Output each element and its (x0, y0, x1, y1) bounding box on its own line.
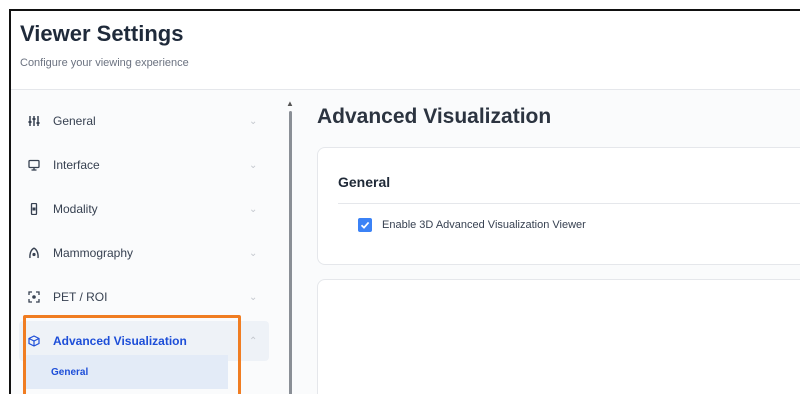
sidebar-subitem-general[interactable]: General (23, 355, 228, 389)
section-title: Advanced Visualization (317, 105, 552, 128)
chevron-down-icon: ⌄ (249, 204, 258, 215)
sidebar-item-pet-roi[interactable]: PET / ROI ⌄ (19, 277, 269, 317)
sidebar-item-interface[interactable]: Interface ⌄ (19, 145, 269, 185)
sliders-icon (27, 114, 41, 128)
check-icon (360, 221, 370, 229)
sidebar-item-label: General (53, 114, 96, 128)
mammography-icon (27, 246, 41, 260)
sidebar-subitem-label: General (51, 366, 89, 378)
sidebar-item-label: Modality (53, 202, 98, 216)
chevron-down-icon: ⌄ (249, 248, 258, 259)
chevron-down-icon: ⌄ (249, 292, 258, 303)
sidebar-item-label: Interface (53, 158, 100, 172)
enable-3d-viewer-label[interactable]: Enable 3D Advanced Visualization Viewer (382, 219, 586, 231)
sidebar-item-modality[interactable]: Modality ⌄ (19, 189, 269, 229)
sidebar-scrollbar[interactable]: ▲ (286, 99, 294, 394)
settings-header: Viewer Settings Configure your viewing e… (11, 11, 800, 90)
monitor-icon (27, 158, 41, 172)
scroll-up-icon[interactable]: ▲ (286, 99, 294, 109)
enable-3d-viewer-checkbox[interactable] (358, 218, 372, 232)
viewer-settings-window: Viewer Settings Configure your viewing e… (9, 9, 800, 394)
general-settings-card: General Enable 3D Advanced Visualization… (317, 147, 800, 265)
divider (338, 203, 800, 204)
cube-icon (27, 334, 41, 348)
chevron-up-icon: ⌃ (249, 336, 258, 347)
sidebar-item-general[interactable]: General ⌄ (19, 101, 269, 141)
page-subtitle: Configure your viewing experience (20, 57, 189, 69)
chevron-down-icon: ⌄ (249, 160, 258, 171)
page-title: Viewer Settings (20, 21, 184, 46)
scrollbar-thumb[interactable] (289, 111, 292, 394)
scan-icon (27, 290, 41, 304)
settings-sidebar: General ⌄ Interface ⌄ Modality ⌄ Mammogr… (11, 91, 273, 394)
sidebar-item-label: Advanced Visualization (53, 334, 187, 348)
sidebar-item-label: PET / ROI (53, 290, 108, 304)
main-content: Advanced Visualization General Enable 3D… (307, 91, 800, 394)
empty-settings-card (317, 279, 800, 394)
sidebar-item-label: Mammography (53, 246, 134, 260)
sidebar-item-mammography[interactable]: Mammography ⌄ (19, 233, 269, 273)
device-icon (27, 202, 41, 216)
chevron-down-icon: ⌄ (249, 116, 258, 127)
card-title: General (338, 174, 391, 190)
